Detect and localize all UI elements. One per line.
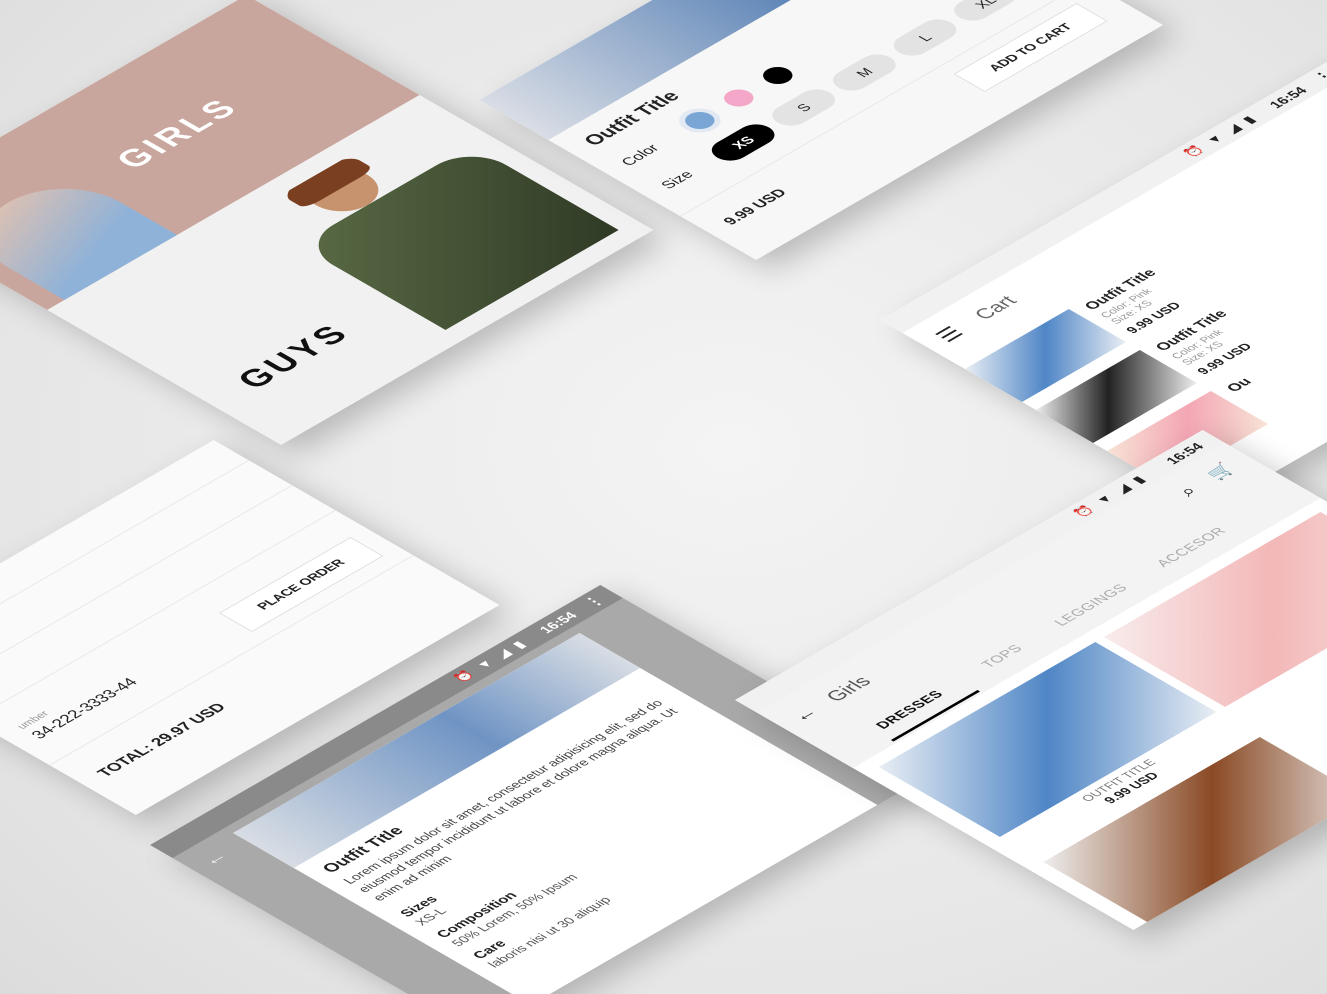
- size-chip-xs[interactable]: XS: [704, 120, 783, 165]
- size-chip-l[interactable]: L: [886, 15, 964, 60]
- color-swatch-pink[interactable]: [718, 86, 760, 110]
- back-arrow-icon[interactable]: ←: [197, 848, 234, 870]
- back-arrow-icon[interactable]: ←: [787, 704, 824, 726]
- girls-list-screen: ⏰ ▼ ◢ ▮ 16:54 ← Girls ⌕ 🛒 DRESSES TOPS L…: [735, 430, 1327, 930]
- tab-tops[interactable]: TOPS: [977, 642, 1025, 670]
- menu-icon[interactable]: ☰: [930, 323, 970, 346]
- more-icon[interactable]: ⋮: [579, 593, 610, 611]
- cart-icon[interactable]: 🛒: [1202, 461, 1240, 483]
- more-icon[interactable]: ⋮: [1309, 68, 1327, 86]
- tab-accessories[interactable]: ACCESOR: [1152, 525, 1229, 569]
- guys-label: GUYS: [229, 318, 360, 394]
- size-label: Size: [657, 168, 698, 192]
- search-icon[interactable]: ⌕: [1174, 483, 1204, 500]
- order-total: TOTAL: 29.97 USD: [94, 701, 231, 780]
- tab-dresses[interactable]: DRESSES: [872, 688, 947, 731]
- color-label: Color: [617, 142, 664, 169]
- place-order-button[interactable]: PLACE ORDER: [218, 537, 384, 632]
- phone-field[interactable]: 34-222-3333-44: [28, 676, 142, 742]
- color-swatch-blue[interactable]: [679, 108, 721, 133]
- size-chip-xl[interactable]: XL: [946, 0, 1025, 25]
- mockup-stage: GIRLS GUYS Outfit Title Color Size XS S …: [0, 0, 1327, 994]
- form-divider: [0, 510, 336, 721]
- color-swatch-black[interactable]: [756, 63, 799, 88]
- cart-title: Cart: [970, 293, 1022, 323]
- page-title: Girls: [821, 673, 877, 705]
- form-divider: [0, 485, 293, 696]
- size-chip-m[interactable]: M: [825, 50, 904, 95]
- status-time: 16:54: [535, 609, 581, 636]
- form-divider: [0, 460, 250, 671]
- size-chip-s[interactable]: S: [764, 85, 843, 130]
- tab-leggings[interactable]: LEGGINGS: [1050, 581, 1131, 628]
- cart-item-title: Ou: [1222, 375, 1256, 395]
- girls-label: GIRLS: [107, 93, 249, 174]
- outfit-price: 9.99 USD: [719, 186, 791, 228]
